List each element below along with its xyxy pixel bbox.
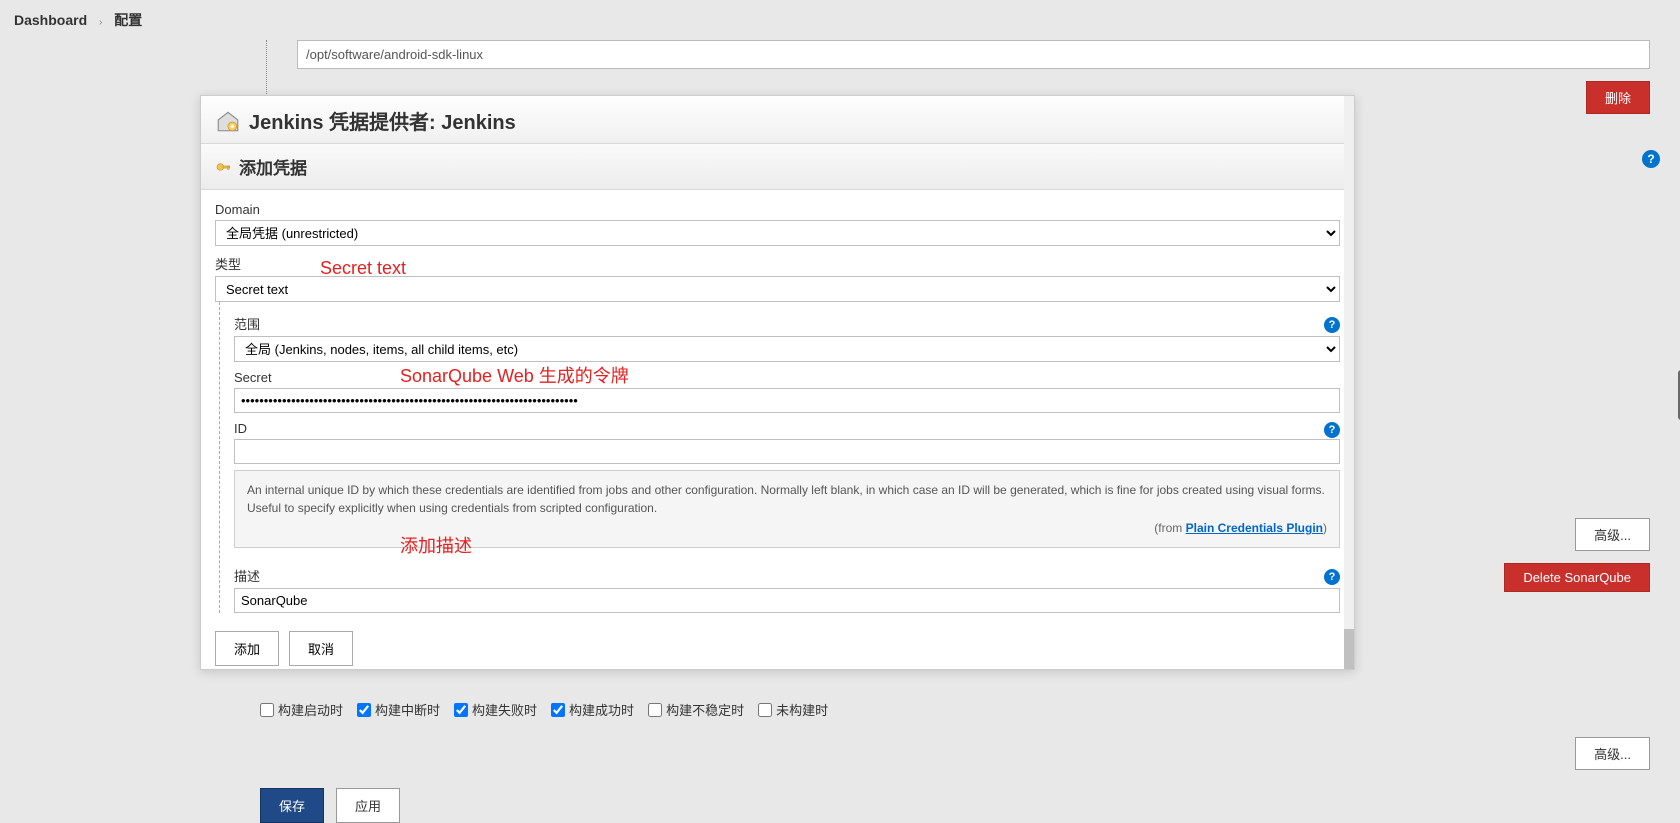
domain-select[interactable]: 全局凭据 (unrestricted) <box>215 220 1340 246</box>
advanced-button-1[interactable]: 高级... <box>1575 518 1650 551</box>
chk-build-success[interactable]: 构建成功时 <box>551 700 634 719</box>
chk-not-built-input[interactable] <box>758 703 772 717</box>
add-button[interactable]: 添加 <box>215 631 279 666</box>
apply-button[interactable]: 应用 <box>336 788 400 823</box>
description-input[interactable] <box>234 588 1340 613</box>
notification-checkbox-row: 构建启动时 构建中断时 构建失败时 构建成功时 构建不稳定时 未构建时 <box>260 694 1650 725</box>
sdk-path-input[interactable] <box>297 40 1650 69</box>
plain-credentials-plugin-link[interactable]: Plain Credentials Plugin <box>1186 521 1323 535</box>
chk-build-abort-input[interactable] <box>357 703 371 717</box>
chk-build-unstable-input[interactable] <box>648 703 662 717</box>
scope-label: 范围 <box>234 314 260 333</box>
secret-label: Secret <box>234 370 1340 385</box>
breadcrumb-separator: › <box>99 17 102 28</box>
breadcrumb-dashboard[interactable]: Dashboard <box>14 12 87 28</box>
chk-build-fail[interactable]: 构建失败时 <box>454 700 537 719</box>
save-button[interactable]: 保存 <box>260 788 324 823</box>
secret-input[interactable] <box>234 388 1340 413</box>
modal-header: Jenkins 凭据提供者: Jenkins <box>201 96 1354 144</box>
modal-title: Jenkins 凭据提供者: Jenkins <box>249 106 516 135</box>
description-label: 描述 <box>234 566 260 585</box>
id-info-text: An internal unique ID by which these cre… <box>247 483 1325 515</box>
id-input[interactable] <box>234 439 1340 464</box>
advanced-button-2[interactable]: 高级... <box>1575 737 1650 770</box>
key-icon <box>215 159 231 175</box>
breadcrumb-config[interactable]: 配置 <box>114 12 142 28</box>
description-help-icon[interactable]: ? <box>1324 569 1340 585</box>
type-select[interactable]: Secret text <box>215 276 1340 302</box>
chk-build-success-input[interactable] <box>551 703 565 717</box>
chk-build-fail-input[interactable] <box>454 703 468 717</box>
chk-build-abort[interactable]: 构建中断时 <box>357 700 440 719</box>
scope-select[interactable]: 全局 (Jenkins, nodes, items, all child ite… <box>234 336 1340 362</box>
modal-scrollbar-thumb[interactable] <box>1344 629 1354 669</box>
cancel-button[interactable]: 取消 <box>289 631 353 666</box>
delete-button[interactable]: 删除 <box>1586 81 1650 114</box>
delete-sonarqube-button[interactable]: Delete SonarQube <box>1504 563 1650 592</box>
chk-build-start-input[interactable] <box>260 703 274 717</box>
jenkins-home-icon <box>215 108 241 134</box>
help-icon[interactable]: ? <box>1642 150 1660 168</box>
modal-scrollbar[interactable] <box>1344 96 1354 669</box>
domain-label: Domain <box>215 202 1340 217</box>
id-help-icon[interactable]: ? <box>1324 422 1340 438</box>
modal-subheader: 添加凭据 <box>201 144 1354 190</box>
id-label: ID <box>234 421 247 436</box>
chk-build-unstable[interactable]: 构建不稳定时 <box>648 700 744 719</box>
chk-not-built[interactable]: 未构建时 <box>758 700 828 719</box>
type-label: 类型 <box>215 254 1340 273</box>
credentials-modal: Jenkins 凭据提供者: Jenkins 添加凭据 Domain 全局凭据 … <box>200 95 1355 670</box>
id-from-suffix: ) <box>1323 521 1327 535</box>
scope-help-icon[interactable]: ? <box>1324 317 1340 333</box>
breadcrumb: Dashboard › 配置 <box>0 0 1680 40</box>
id-info-box: An internal unique ID by which these cre… <box>234 470 1340 548</box>
id-from-prefix: (from <box>1154 521 1185 535</box>
chk-build-start[interactable]: 构建启动时 <box>260 700 343 719</box>
modal-subtitle: 添加凭据 <box>239 154 307 179</box>
